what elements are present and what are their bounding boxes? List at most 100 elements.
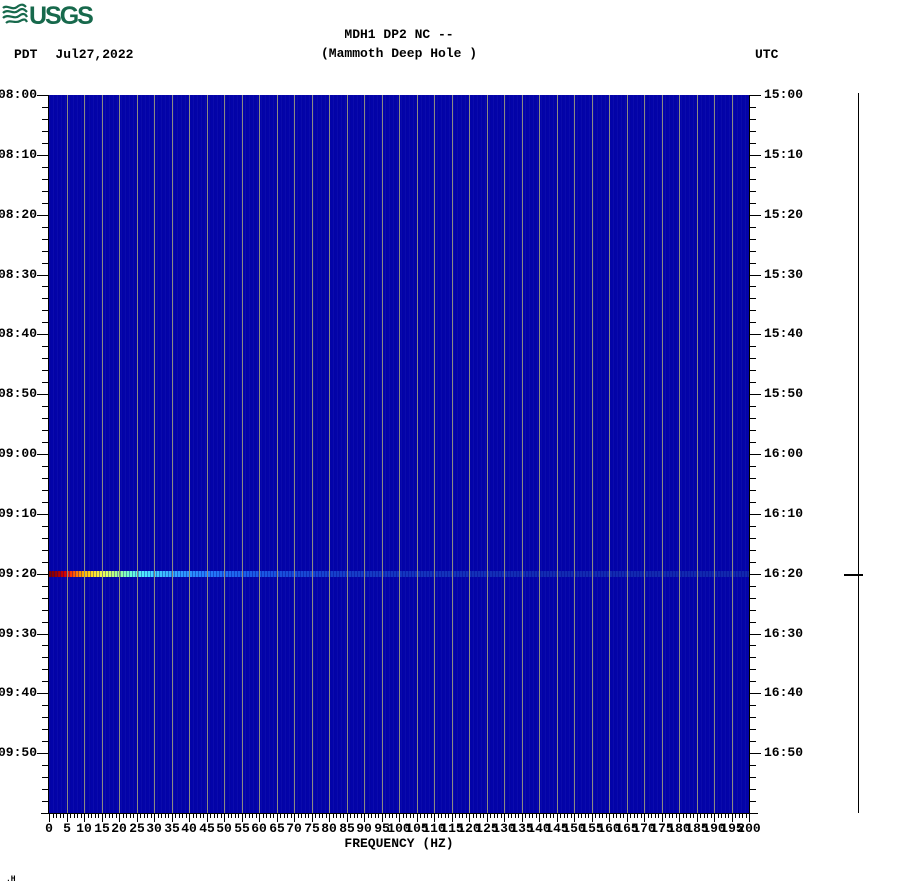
right-axis-tick-label: 16:20 <box>764 566 804 581</box>
left-minor-tick <box>42 717 48 718</box>
left-minor-tick <box>42 167 48 168</box>
right-minor-tick <box>750 526 756 527</box>
left-minor-tick <box>42 681 48 682</box>
grid-line <box>434 95 435 813</box>
freq-minor-tick <box>455 814 456 818</box>
freq-minor-tick <box>410 814 411 818</box>
freq-minor-tick <box>322 814 323 818</box>
freq-minor-tick <box>585 814 586 818</box>
freq-minor-tick <box>175 814 176 818</box>
right-minor-tick <box>750 131 756 132</box>
left-axis-tick-label: 08:40 <box>0 326 38 341</box>
right-minor-tick <box>750 406 756 407</box>
left-minor-tick <box>42 550 48 551</box>
right-minor-tick <box>750 681 756 682</box>
grid-line <box>259 95 260 813</box>
left-minor-tick <box>42 789 48 790</box>
right-axis-tick-label: 16:50 <box>764 745 804 760</box>
left-minor-tick <box>42 179 48 180</box>
left-major-tick <box>37 514 48 515</box>
left-minor-tick <box>42 562 48 563</box>
grid-line <box>364 95 365 813</box>
left-minor-tick <box>42 251 48 252</box>
plot-titles: MDH1 DP2 NC -- (Mammoth Deep Hole ) <box>49 27 749 69</box>
grid-line <box>731 95 733 813</box>
left-axis-tick-label: 09:50 <box>0 745 38 760</box>
freq-minor-tick <box>718 814 719 818</box>
freq-minor-tick <box>658 814 659 818</box>
freq-minor-tick <box>543 814 544 818</box>
freq-minor-tick <box>81 814 82 818</box>
freq-minor-tick <box>669 814 670 818</box>
left-minor-tick <box>42 538 48 539</box>
right-minor-tick <box>750 610 756 611</box>
right-major-tick <box>750 394 761 395</box>
freq-minor-tick <box>200 814 201 818</box>
freq-minor-tick <box>406 814 407 818</box>
right-major-tick <box>750 634 761 635</box>
freq-minor-tick <box>564 814 565 818</box>
freq-minor-tick <box>721 814 722 818</box>
right-minor-tick <box>750 358 756 359</box>
freq-minor-tick <box>676 814 677 818</box>
station-title: MDH1 DP2 NC -- <box>344 27 454 42</box>
freq-minor-tick <box>340 814 341 818</box>
left-minor-tick <box>42 765 48 766</box>
freq-minor-tick <box>553 814 554 818</box>
freq-minor-tick <box>252 814 253 818</box>
right-axis-tick-label: 16:40 <box>764 685 804 700</box>
freq-minor-tick <box>536 814 537 818</box>
freq-minor-tick <box>392 814 393 818</box>
freq-minor-tick <box>595 814 596 818</box>
right-minor-tick <box>750 382 756 383</box>
freq-minor-tick <box>228 814 229 818</box>
freq-minor-tick <box>326 814 327 818</box>
freq-minor-tick <box>179 814 180 818</box>
freq-minor-tick <box>315 814 316 818</box>
right-minor-tick <box>750 622 756 623</box>
freq-minor-tick <box>130 814 131 818</box>
grid-line <box>626 95 628 813</box>
right-minor-tick <box>750 430 756 431</box>
left-major-tick <box>37 215 48 216</box>
left-minor-tick <box>42 729 48 730</box>
freq-minor-tick <box>123 814 124 818</box>
freq-minor-tick <box>634 814 635 818</box>
left-minor-tick <box>42 801 48 802</box>
freq-minor-tick <box>368 814 369 818</box>
grid-line <box>84 95 85 813</box>
right-major-tick <box>750 155 761 156</box>
freq-minor-tick <box>165 814 166 818</box>
freq-minor-tick <box>690 814 691 818</box>
left-minor-tick <box>42 346 48 347</box>
freq-minor-tick <box>144 814 145 818</box>
freq-minor-tick <box>343 814 344 818</box>
right-minor-tick <box>750 490 756 491</box>
freq-minor-tick <box>284 814 285 818</box>
freq-minor-tick <box>735 814 736 818</box>
grid-line <box>696 95 698 813</box>
left-minor-tick <box>42 490 48 491</box>
right-minor-tick <box>750 179 756 180</box>
freq-minor-tick <box>280 814 281 818</box>
freq-minor-tick <box>413 814 414 818</box>
right-axis-tick-label: 16:10 <box>764 506 804 521</box>
left-major-tick <box>37 155 48 156</box>
freq-minor-tick <box>140 814 141 818</box>
freq-minor-tick <box>630 814 631 818</box>
freq-minor-tick <box>70 814 71 818</box>
right-minor-tick <box>750 729 756 730</box>
freq-minor-tick <box>235 814 236 818</box>
left-major-tick <box>37 753 48 754</box>
right-minor-tick <box>750 119 756 120</box>
freq-minor-tick <box>620 814 621 818</box>
right-minor-tick <box>750 669 756 670</box>
right-major-tick <box>750 334 761 335</box>
right-minor-tick <box>750 322 756 323</box>
left-axis-tick-label: 09:30 <box>0 626 38 641</box>
usgs-wave-icon <box>2 3 28 24</box>
grid-line <box>189 95 190 813</box>
freq-minor-tick <box>508 814 509 818</box>
grid-line <box>574 95 575 813</box>
left-minor-tick <box>42 526 48 527</box>
